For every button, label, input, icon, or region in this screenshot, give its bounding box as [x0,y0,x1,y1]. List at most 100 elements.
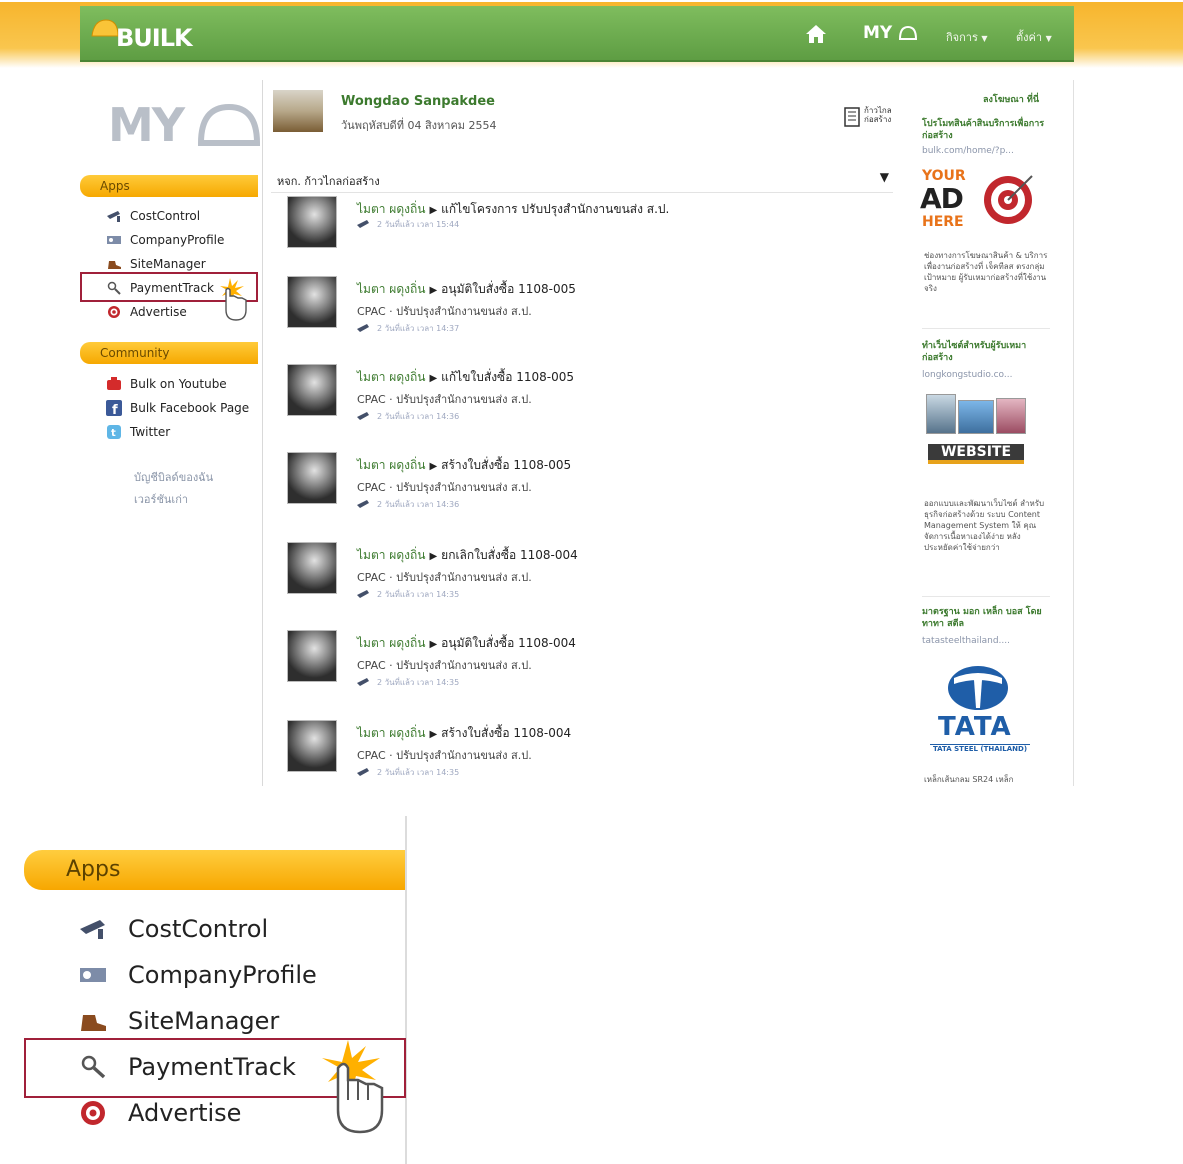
post-author[interactable]: ไมตา ผดุงถิ่น [357,282,425,296]
post-action[interactable]: แก้ไขโครงการ ปรับปรุงสำนักงานขนส่ง ส.ป. [441,202,669,216]
sidebar-item-costcontrol[interactable]: CostControl [106,206,200,226]
screen-thumb [958,400,994,434]
ad-text: เหล็กเส้นกลม SR24 เหล็ก [924,775,1014,784]
post-subtitle: CPAC · ปรับปรุงสำนักงานขนส่ง ส.ป. [357,659,532,672]
trowel-icon [357,589,369,598]
post-meta: 2 วันที่แล้ว เวลา 14:36 [357,410,459,423]
ad-title[interactable]: ทำเว็บไซต์สำหรับผู้รับเหมาก่อสร้าง [922,340,1052,364]
nav-menu-settings[interactable]: ตั้งค่า ▼ [1016,28,1052,46]
play-arrow-icon: ▶ [429,205,438,216]
my-builk-account-link[interactable]: บัญชีบิลด์ของฉัน [134,468,213,486]
play-arrow-icon: ▶ [429,639,438,650]
avatar[interactable] [287,196,337,248]
builk-logo[interactable]: BUILK [90,12,200,58]
ad-title[interactable]: มาตรฐาน มอก เหล็ก บอส โดย ทาทา สตีล [922,606,1052,630]
target-icon [108,306,120,318]
my-logo: MY [108,98,261,152]
post-author[interactable]: ไมตา ผดุงถิ่น [357,202,425,216]
hand-cursor-icon [220,278,247,321]
zoom-item-advertise[interactable]: Advertise [78,1096,241,1130]
post-meta: 2 วันที่แล้ว เวลา 14:35 [357,588,459,601]
post-author[interactable]: ไมตา ผดุงถิ่น [357,726,425,740]
ad-title[interactable]: โปรโมทสินค้าสินบริการเพื่อการก่อสร้าง [922,118,1052,142]
feed-filter[interactable]: หจก. ก้าวไกลก่อสร้าง ▼ [277,170,897,190]
your-ad-here-badge[interactable]: YOUR AD HERE [920,166,1040,230]
sidebar-item-facebook[interactable]: f Bulk Facebook Page [106,398,249,418]
building-icon [844,107,860,127]
post-title: ไมตา ผดุงถิ่น ▶ แก้ไขใบสั่งซื้อ 1108-005 [357,368,574,387]
svg-text:f: f [112,403,118,416]
profile-photo[interactable] [273,90,323,132]
post-meta: 2 วันที่แล้ว เวลา 14:36 [357,498,459,511]
feed-post: ไมตา ผดุงถิ่น ▶ อนุมัติใบสั่งซื้อ 1108-005… [287,276,897,356]
post-title: ไมตา ผดุงถิ่น ▶ สร้างใบสั่งซื้อ 1108-004 [357,724,571,743]
post-action[interactable]: ยกเลิกใบสั่งซื้อ 1108-004 [441,548,578,562]
post-subtitle: CPAC · ปรับปรุงสำนักงานขนส่ง ส.ป. [357,571,532,584]
avatar[interactable] [287,364,337,416]
top-navbar: BUILK MY กิจการ ▼ ตั้งค่า ▼ [80,6,1074,62]
post-author[interactable]: ไมตา ผดุงถิ่น [357,636,425,650]
play-arrow-icon: ▶ [429,461,438,472]
sidebar-item-youtube[interactable]: Bulk on Youtube [106,374,227,394]
post-action[interactable]: แก้ไขใบสั่งซื้อ 1108-005 [441,370,574,384]
zoom-item-sitemanager[interactable]: SiteManager [78,1004,279,1038]
profile-date: วันพฤหัสบดีที่ 04 สิงหาคม 2554 [341,119,497,132]
chevron-down-icon: ▼ [1045,34,1052,43]
avatar[interactable] [287,542,337,594]
zoom-item-costcontrol[interactable]: CostControl [78,912,268,946]
advertise-here-link[interactable]: ลงโฆษณา ที่นี่ [983,92,1039,106]
home-icon[interactable] [804,22,828,46]
divider [922,328,1050,329]
tata-logo[interactable]: TATA TATA STEEL (THAILAND) [928,664,1032,760]
post-author[interactable]: ไมตา ผดุงถิ่น [357,458,425,472]
ad-text: ออกแบบและพัฒนาเว็บไซต์ สำหรับธุรกิจก่อสร… [924,499,1045,552]
zoom-item-companyprofile[interactable]: CompanyProfile [78,958,317,992]
profile-name[interactable]: Wongdao Sanpakdee [341,94,495,109]
feed-post: ไมตา ผดุงถิ่น ▶ สร้างใบสั่งซื้อ 1108-004 CP… [287,720,897,786]
post-action[interactable]: อนุมัติใบสั่งซื้อ 1108-005 [441,282,576,296]
chevron-down-icon: ▼ [981,34,988,43]
old-version-link[interactable]: เวอร์ชันเก่า [134,490,188,508]
profile-card-icon [80,968,106,982]
youtube-icon [107,377,121,390]
trowel-icon [357,323,369,332]
post-subtitle: CPAC · ปรับปรุงสำนักงานขนส่ง ส.ป. [357,481,532,494]
post-action[interactable]: สร้างใบสั่งซื้อ 1108-004 [441,726,571,740]
post-title: ไมตา ผดุงถิ่น ▶ แก้ไขโครงการ ปรับปรุงสำนัก… [357,200,669,219]
avatar[interactable] [287,276,337,328]
trowel-icon [80,920,105,939]
ad-url[interactable]: bulk.com/home/?p... [922,146,1014,156]
sidebar-item-advertise[interactable]: Advertise [106,302,187,322]
trowel-icon [357,499,369,508]
post-action[interactable]: อนุมัติใบสั่งซื้อ 1108-004 [441,636,576,650]
activity-feed: Wongdao Sanpakdee วันพฤหัสบดีที่ 04 สิงห… [262,80,910,786]
sidebar-item-companyprofile[interactable]: CompanyProfile [106,230,224,250]
post-author[interactable]: ไมตา ผดุงถิ่น [357,370,425,384]
website-ad-image[interactable]: WEBSITE [926,394,1030,480]
post-meta: 2 วันที่แล้ว เวลา 14:35 [357,766,459,779]
post-time: 2 วันที่แล้ว เวลา 14:35 [377,590,460,599]
website-badge: WEBSITE [928,444,1024,464]
feed-post: ไมตา ผดุงถิ่น ▶ แก้ไขใบสั่งซื้อ 1108-005 CP… [287,364,897,444]
ad-url[interactable]: longkongstudio.co... [922,370,1012,380]
helmet-icon [899,25,918,40]
post-author[interactable]: ไมตา ผดุงถิ่น [357,548,425,562]
post-meta: 2 วันที่แล้ว เวลา 15:44 [357,218,459,231]
sidebar-item-sitemanager[interactable]: SiteManager [106,254,206,274]
trowel-icon [107,211,120,222]
avatar[interactable] [287,630,337,682]
twitter-icon: t [107,425,121,439]
avatar[interactable] [287,452,337,504]
nav-menu-business[interactable]: กิจการ ▼ [946,28,988,46]
post-title: ไมตา ผดุงถิ่น ▶ อนุมัติใบสั่งซื้อ 1108-004 [357,634,576,653]
feed-post: ไมตา ผดุงถิ่น ▶ สร้างใบสั่งซื้อ 1108-005 CP… [287,452,897,532]
nav-my[interactable]: MY [863,23,918,43]
post-title: ไมตา ผดุงถิ่น ▶ อนุมัติใบสั่งซื้อ 1108-005 [357,280,576,299]
screenshot-root: BUILK MY กิจการ ▼ ตั้งค่า ▼ MY Apps Cost… [0,0,1183,1164]
sidebar-item-twitter[interactable]: t Twitter [106,422,170,442]
dropdown-icon[interactable]: ▼ [880,170,889,184]
avatar[interactable] [287,720,337,772]
tata-emblem-icon [948,666,1008,710]
ad-url[interactable]: tatasteelthailand.... [922,636,1010,646]
post-action[interactable]: สร้างใบสั่งซื้อ 1108-005 [441,458,571,472]
